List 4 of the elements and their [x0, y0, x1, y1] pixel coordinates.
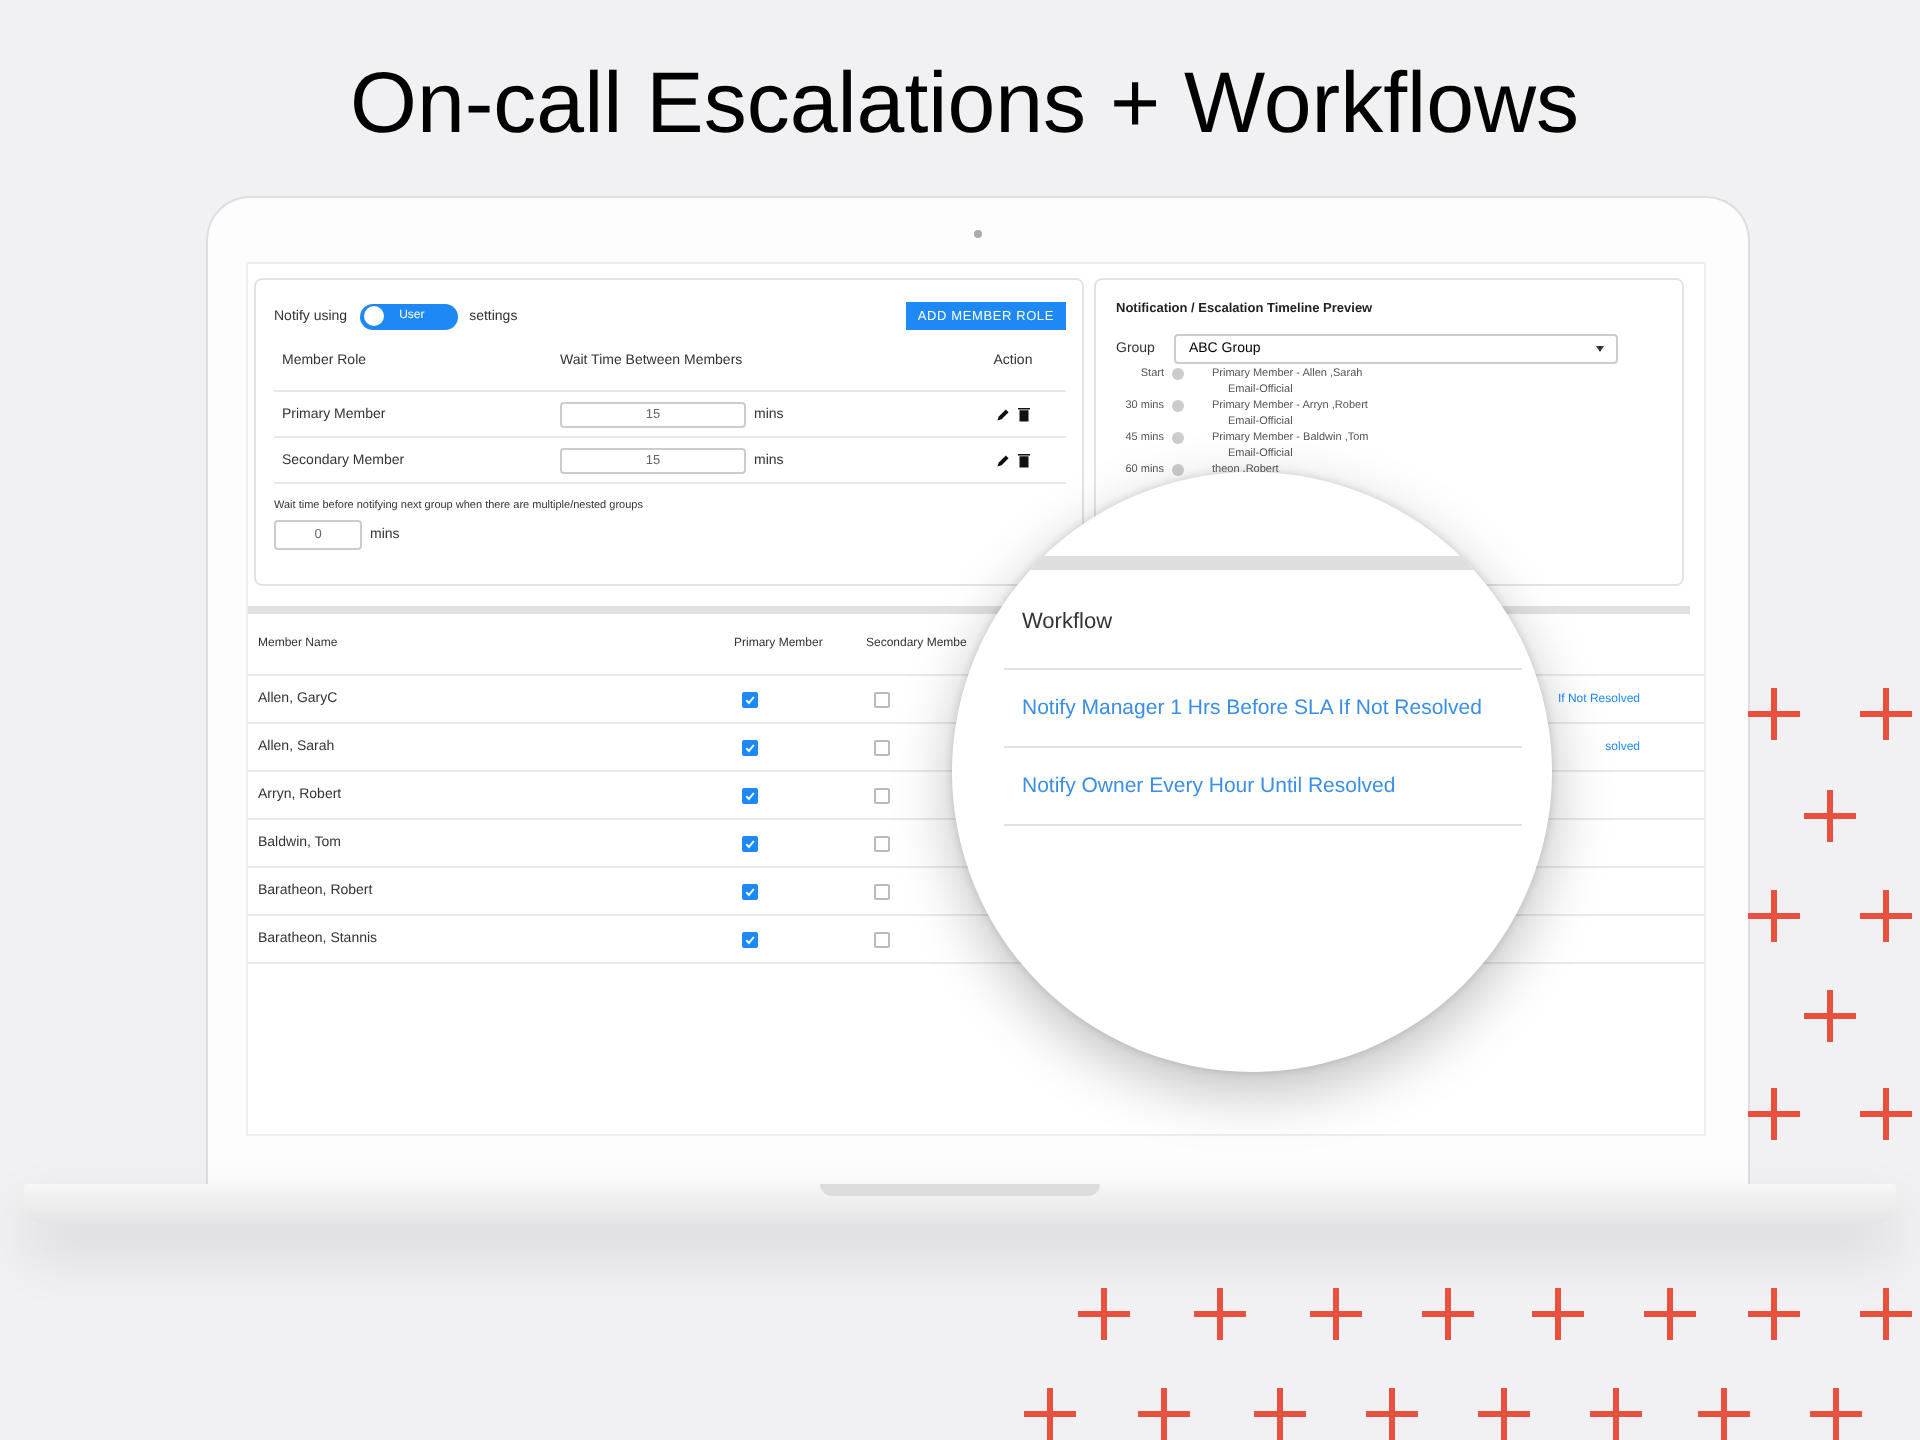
- headline: On-call Escalations + Workflows: [350, 54, 1580, 154]
- workflow-header: Workflow: [1004, 570, 1522, 670]
- workflow-link[interactable]: Notify Owner Every Hour Until Resolved: [1022, 774, 1396, 798]
- workflow-link[interactable]: Notify Manager 1 Hrs Before SLA If Not Resolved: [1022, 696, 1482, 720]
